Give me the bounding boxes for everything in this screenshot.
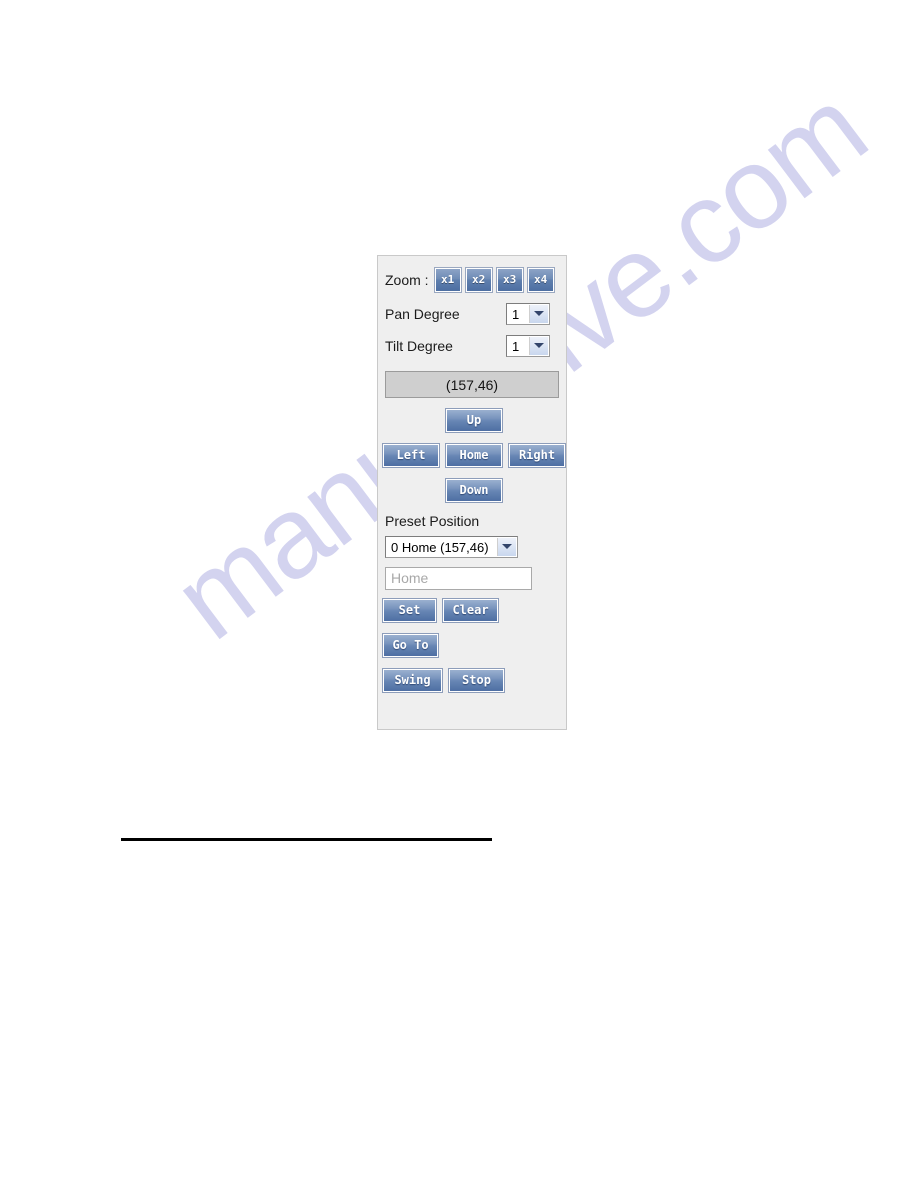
tilt-degree-value: 1	[512, 339, 520, 354]
pan-left-button[interactable]: Left	[382, 443, 440, 468]
tilt-degree-select[interactable]: 1	[506, 335, 550, 357]
stop-button[interactable]: Stop	[448, 668, 505, 693]
zoom-x2-button[interactable]: x2	[464, 267, 493, 293]
chevron-down-icon	[529, 337, 548, 355]
clear-preset-button[interactable]: Clear	[442, 598, 499, 623]
pan-degree-select[interactable]: 1	[506, 303, 550, 325]
preset-position-select[interactable]: 0 Home (157,46)	[385, 536, 518, 558]
set-preset-button[interactable]: Set	[382, 598, 437, 623]
pan-degree-value: 1	[512, 307, 520, 322]
preset-name-input[interactable]: Home	[385, 567, 532, 590]
zoom-x4-button[interactable]: x4	[526, 267, 555, 293]
tilt-degree-label: Tilt Degree	[385, 338, 453, 354]
footer-divider	[121, 838, 492, 841]
zoom-x1-button[interactable]: x1	[433, 267, 462, 293]
position-readout: (157,46)	[385, 371, 559, 398]
preset-position-label: Preset Position	[385, 513, 480, 529]
pan-right-button[interactable]: Right	[508, 443, 566, 468]
go-to-preset-button[interactable]: Go To	[382, 633, 439, 658]
chevron-down-icon	[529, 305, 548, 323]
directional-pad: Up Left Home Right Down	[378, 408, 566, 510]
zoom-x3-button[interactable]: x3	[495, 267, 524, 293]
preset-action-buttons: Set Clear Go To Swing Stop	[378, 598, 566, 693]
pan-degree-row: Pan Degree 1	[378, 298, 566, 330]
pan-up-button[interactable]: Up	[445, 408, 503, 433]
ptz-control-panel: Zoom : x1 x2 x3 x4 Pan Degree 1 Tilt Deg…	[377, 255, 567, 730]
pan-down-button[interactable]: Down	[445, 478, 503, 503]
preset-position-value: 0 Home (157,46)	[391, 540, 489, 555]
zoom-label: Zoom :	[385, 272, 429, 288]
zoom-row: Zoom : x1 x2 x3 x4	[378, 264, 566, 296]
pan-degree-label: Pan Degree	[385, 306, 460, 322]
pan-home-button[interactable]: Home	[445, 443, 503, 468]
swing-button[interactable]: Swing	[382, 668, 443, 693]
chevron-down-icon	[497, 538, 516, 556]
tilt-degree-row: Tilt Degree 1	[378, 330, 566, 362]
